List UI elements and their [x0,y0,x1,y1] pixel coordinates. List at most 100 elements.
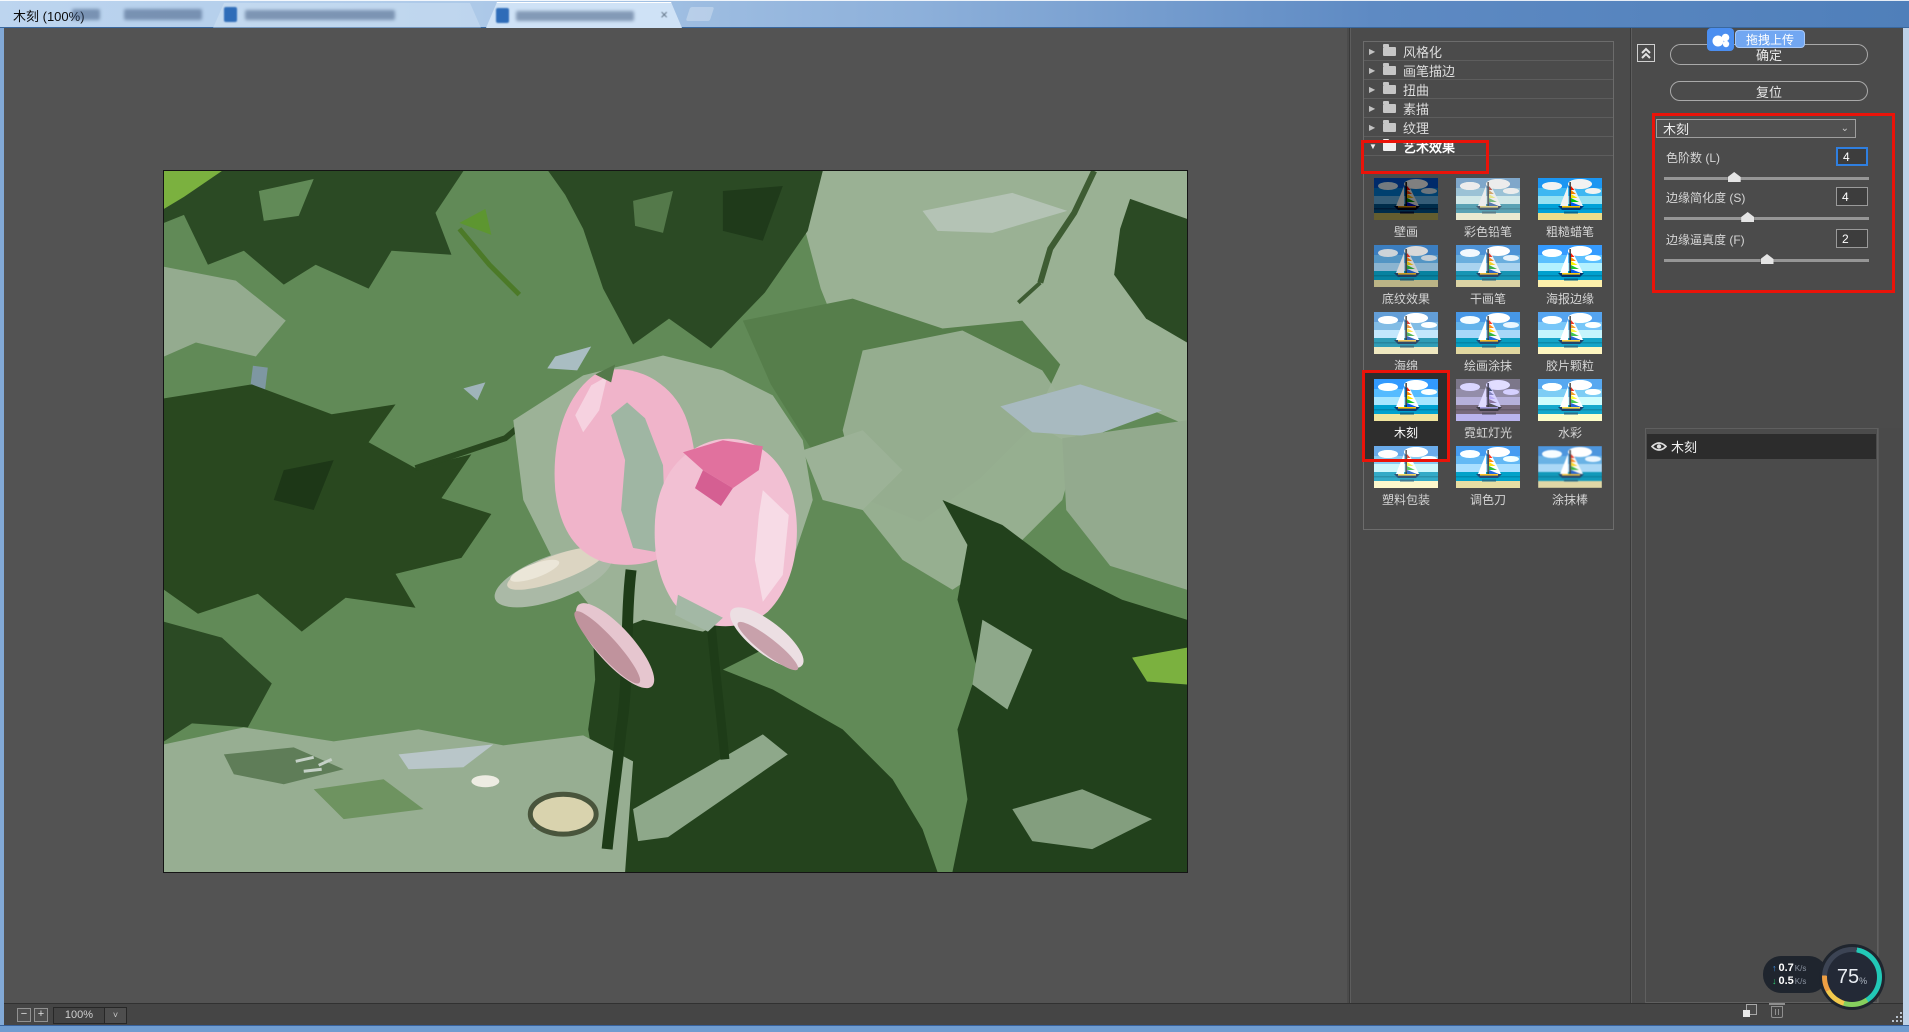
browser-tab-active[interactable]: × [486,2,682,28]
filter-thumb-粗糙蜡笔[interactable]: 粗糙蜡笔 [1538,178,1602,240]
filter-thumbnail-image [1374,178,1438,220]
slider-track[interactable] [1664,212,1869,222]
filter-thumb-调色刀[interactable]: 调色刀 [1456,446,1520,508]
chevron-down-icon[interactable]: ˅ [104,1008,126,1023]
filter-thumbnail-image [1456,245,1520,287]
filter-thumbnail-image [1538,245,1602,287]
filter-thumbnail-image [1456,178,1520,220]
filter-thumbnail-image [1538,312,1602,354]
netdisk-cloud-icon[interactable] [1707,28,1734,51]
delete-effect-layer-button[interactable] [1769,1003,1785,1019]
blurred-text [124,9,202,20]
blurred-text [245,10,395,20]
zoom-in-button[interactable]: + [34,1008,48,1022]
filter-thumbnail-image [1538,379,1602,421]
filter-thumb-干画笔[interactable]: 干画笔 [1456,245,1520,307]
resize-grip[interactable] [1891,1012,1904,1025]
filter-thumb-涂抹棒[interactable]: 涂抹棒 [1538,446,1602,508]
slider-value-input[interactable] [1836,187,1868,206]
filter-thumb-海报边缘[interactable]: 海报边缘 [1538,245,1602,307]
panel-divider [1630,28,1632,1003]
filter-thumb-彩色铅笔[interactable]: 彩色铅笔 [1456,178,1520,240]
effect-layer-row[interactable]: 木刻 [1647,434,1876,459]
visibility-eye-icon[interactable] [1647,441,1671,452]
download-speed-value: 0.5 [1778,974,1794,987]
category-row-纹理[interactable]: ▶ 纹理 [1364,118,1613,137]
drag-upload-button[interactable]: 拖拽上传 [1735,30,1806,48]
effect-layers-panel: 木刻 [1645,428,1878,1003]
percentage-gauge-widget[interactable]: 75 % [1819,944,1885,1010]
filter-thumbnail-grid: 壁画 彩色铅笔 粗糙蜡笔 底纹效果 干画笔 海报边缘 海绵 绘画涂抹 胶片颗粒 … [1363,158,1614,530]
filter-select-value: 木刻 [1663,122,1690,137]
category-label: 素描 [1403,101,1430,117]
filter-thumb-胶片颗粒[interactable]: 胶片颗粒 [1538,312,1602,374]
slider-group: 色阶数 (L) [1656,147,1870,187]
category-row-画笔描边[interactable]: ▶ 画笔描边 [1364,61,1613,80]
filter-thumb-label: 粗糙蜡笔 [1545,225,1594,239]
three-circles-icon [1712,33,1729,47]
filter-thumb-label: 海报边缘 [1545,292,1594,306]
category-label: 扭曲 [1403,82,1430,98]
reset-button[interactable]: 复位 [1670,81,1868,101]
filter-thumb-壁画[interactable]: 壁画 [1374,178,1438,240]
speed-unit: K/s [1794,963,1807,973]
filter-thumb-label: 霓虹灯光 [1463,426,1512,440]
filter-thumbnail-image [1374,312,1438,354]
category-row-艺术效果[interactable]: ▼ 艺术效果 [1364,137,1613,156]
filter-thumb-霓虹灯光[interactable]: 霓虹灯光 [1456,379,1520,441]
slider-track[interactable] [1664,172,1869,182]
arrow-collapsed-icon: ▶ [1369,103,1376,113]
slider-thumb[interactable] [1760,254,1774,264]
tab-close-icon[interactable]: × [660,8,668,21]
filter-thumbnail-image [1456,446,1520,488]
trash-icon [1769,1003,1785,1005]
category-row-扭曲[interactable]: ▶ 扭曲 [1364,80,1613,99]
filter-thumb-海绵[interactable]: 海绵 [1374,312,1438,374]
category-row-素描[interactable]: ▶ 素描 [1364,99,1613,118]
slider-label: 边缘简化度 (S) [1666,191,1746,205]
panel-divider [1349,28,1351,1003]
filter-select-dropdown[interactable]: 木刻 ⌄ [1656,119,1856,138]
drag-upload-widget[interactable]: 拖拽上传 [1707,28,1806,51]
blurred-text [516,11,634,21]
folder-icon [1383,138,1396,151]
new-effect-layer-button[interactable] [1743,1004,1757,1017]
filter-thumb-label: 底纹效果 [1381,292,1430,306]
filter-thumb-label: 胶片颗粒 [1545,359,1594,373]
folder-icon [1383,43,1396,56]
category-label: 风格化 [1403,44,1443,60]
collapse-thumbnails-button[interactable] [1637,44,1655,62]
folder-icon [1383,81,1396,94]
status-bar: − + 100% ˅ [4,1003,1903,1025]
browser-tab[interactable] [213,3,481,28]
slider-value-input[interactable] [1836,229,1868,248]
zoom-level-select[interactable]: 100% ˅ [53,1007,127,1024]
filter-thumb-木刻[interactable]: 木刻 [1365,373,1447,459]
network-speed-widget[interactable]: ↑ 0.7 K/s ↓ 0.5 K/s [1763,956,1827,993]
filter-thumb-水彩[interactable]: 水彩 [1538,379,1602,441]
slider-track[interactable] [1664,254,1869,264]
filter-thumb-label: 塑料包装 [1381,493,1430,507]
slider-value-input[interactable] [1836,147,1868,166]
new-tab-button[interactable] [685,7,715,21]
window-edge [0,1025,1909,1032]
slider-thumb[interactable] [1741,212,1755,222]
filter-thumbnail-image [1538,446,1602,488]
filter-thumb-绘画涂抹[interactable]: 绘画涂抹 [1456,312,1520,374]
folder-icon [1383,62,1396,75]
zoom-out-button[interactable]: − [17,1008,31,1022]
filter-thumb-label: 绘画涂抹 [1463,359,1512,373]
filter-thumb-label: 壁画 [1393,225,1418,239]
slider-thumb[interactable] [1727,172,1741,182]
filter-thumb-塑料包装[interactable]: 塑料包装 [1374,446,1438,508]
trash-icon [1775,1009,1776,1015]
gauge-unit: % [1859,976,1868,986]
filter-thumbnail-image [1374,446,1438,488]
scrollbar-gutter[interactable] [1878,428,1903,1003]
filter-thumb-底纹效果[interactable]: 底纹效果 [1374,245,1438,307]
filter-thumbnail-image [1456,312,1520,354]
preview-image[interactable] [163,170,1188,873]
new-layer-icon-fold [1743,1010,1750,1017]
filter-thumbnail-image [1374,379,1438,421]
category-row-风格化[interactable]: ▶ 风格化 [1364,42,1613,61]
